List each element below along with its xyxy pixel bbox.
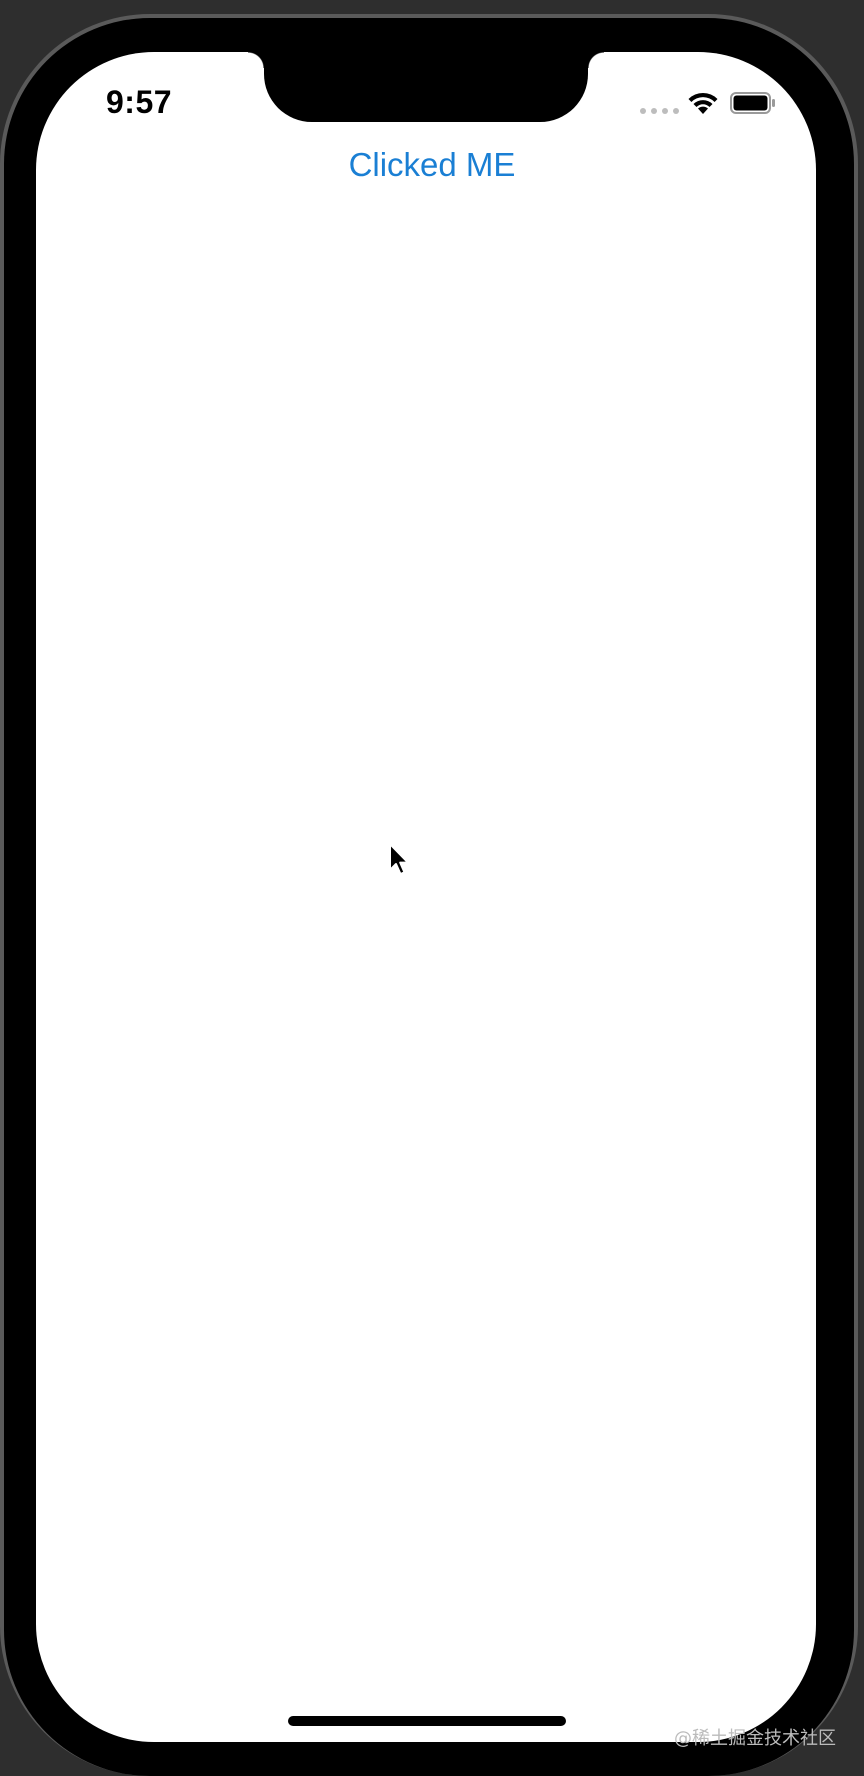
clicked-me-button[interactable]: Clicked ME [0,146,864,184]
clicked-me-button-label: Clicked ME [348,146,516,183]
battery-full-icon [730,92,775,114]
mouse-pointer-icon [389,843,409,875]
status-time: 9:57 [106,84,173,120]
home-indicator[interactable] [288,1716,566,1726]
device-screen [36,52,816,1742]
wifi-icon [688,92,718,114]
device-notch [248,52,604,122]
cellular-dots-icon [640,108,679,114]
watermark-text: @稀土掘金技术社区 [674,1728,836,1749]
